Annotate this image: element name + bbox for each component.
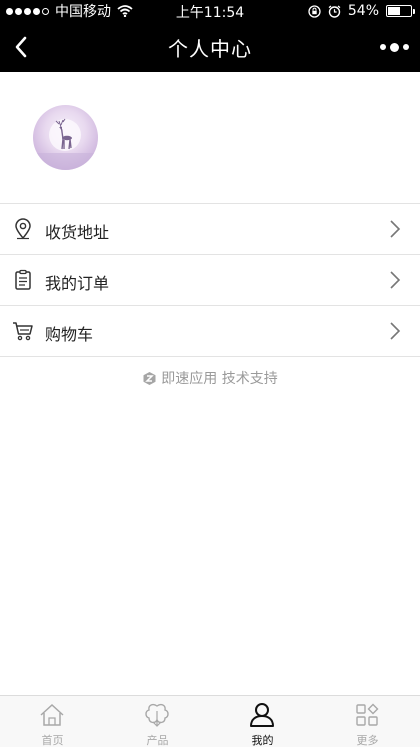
tab-mine[interactable]: 我的 xyxy=(210,696,315,747)
battery-fill xyxy=(388,7,400,15)
chevron-right-icon xyxy=(390,220,401,238)
tab-label: 首页 xyxy=(41,734,64,747)
menu-item-label: 我的订单 xyxy=(45,274,110,293)
alarm-icon xyxy=(328,4,341,18)
more-dots-icon xyxy=(379,42,409,52)
location-pin-icon xyxy=(12,217,34,241)
jisu-logo-icon xyxy=(143,371,156,385)
menu-item-orders[interactable]: 我的订单 xyxy=(0,255,420,305)
tab-more[interactable]: 更多 xyxy=(315,696,420,747)
status-right: 54% xyxy=(308,0,415,22)
menu-item-address[interactable]: 收货地址 xyxy=(0,204,420,254)
tab-label: 更多 xyxy=(356,734,379,747)
status-bar: 中国移动 上午11:54 54% xyxy=(0,0,420,22)
tab-bar: 首页 产品 我的 更多 xyxy=(0,695,420,747)
menu-item-cart[interactable]: 购物车 xyxy=(0,306,420,356)
battery-icon xyxy=(386,5,415,17)
user-icon xyxy=(248,702,276,728)
tab-label: 我的 xyxy=(251,734,274,747)
profile-section xyxy=(0,72,420,204)
avatar[interactable] xyxy=(33,105,98,170)
grid-icon xyxy=(353,702,381,728)
deer-avatar xyxy=(33,118,98,170)
cart-icon xyxy=(12,319,34,343)
tab-products[interactable]: 产品 xyxy=(105,696,210,747)
home-icon xyxy=(38,702,66,728)
more-button[interactable] xyxy=(374,32,414,62)
rotation-lock-icon xyxy=(308,4,321,18)
clipboard-icon xyxy=(12,268,34,292)
tab-label: 产品 xyxy=(146,734,169,747)
page-title: 个人中心 xyxy=(168,37,252,61)
tab-home[interactable]: 首页 xyxy=(0,696,105,747)
menu-item-label: 购物车 xyxy=(45,325,94,344)
tech-support-credit[interactable]: 即速应用 技术支持 xyxy=(0,368,420,388)
divider xyxy=(0,356,420,357)
cotton-icon xyxy=(143,702,171,728)
chevron-right-icon xyxy=(390,271,401,289)
battery-percent: 54% xyxy=(347,3,379,19)
credit-text: 即速应用 技术支持 xyxy=(161,371,278,387)
chevron-right-icon xyxy=(390,322,401,340)
nav-bar: 个人中心 xyxy=(0,22,420,72)
menu-item-label: 收货地址 xyxy=(45,223,110,242)
